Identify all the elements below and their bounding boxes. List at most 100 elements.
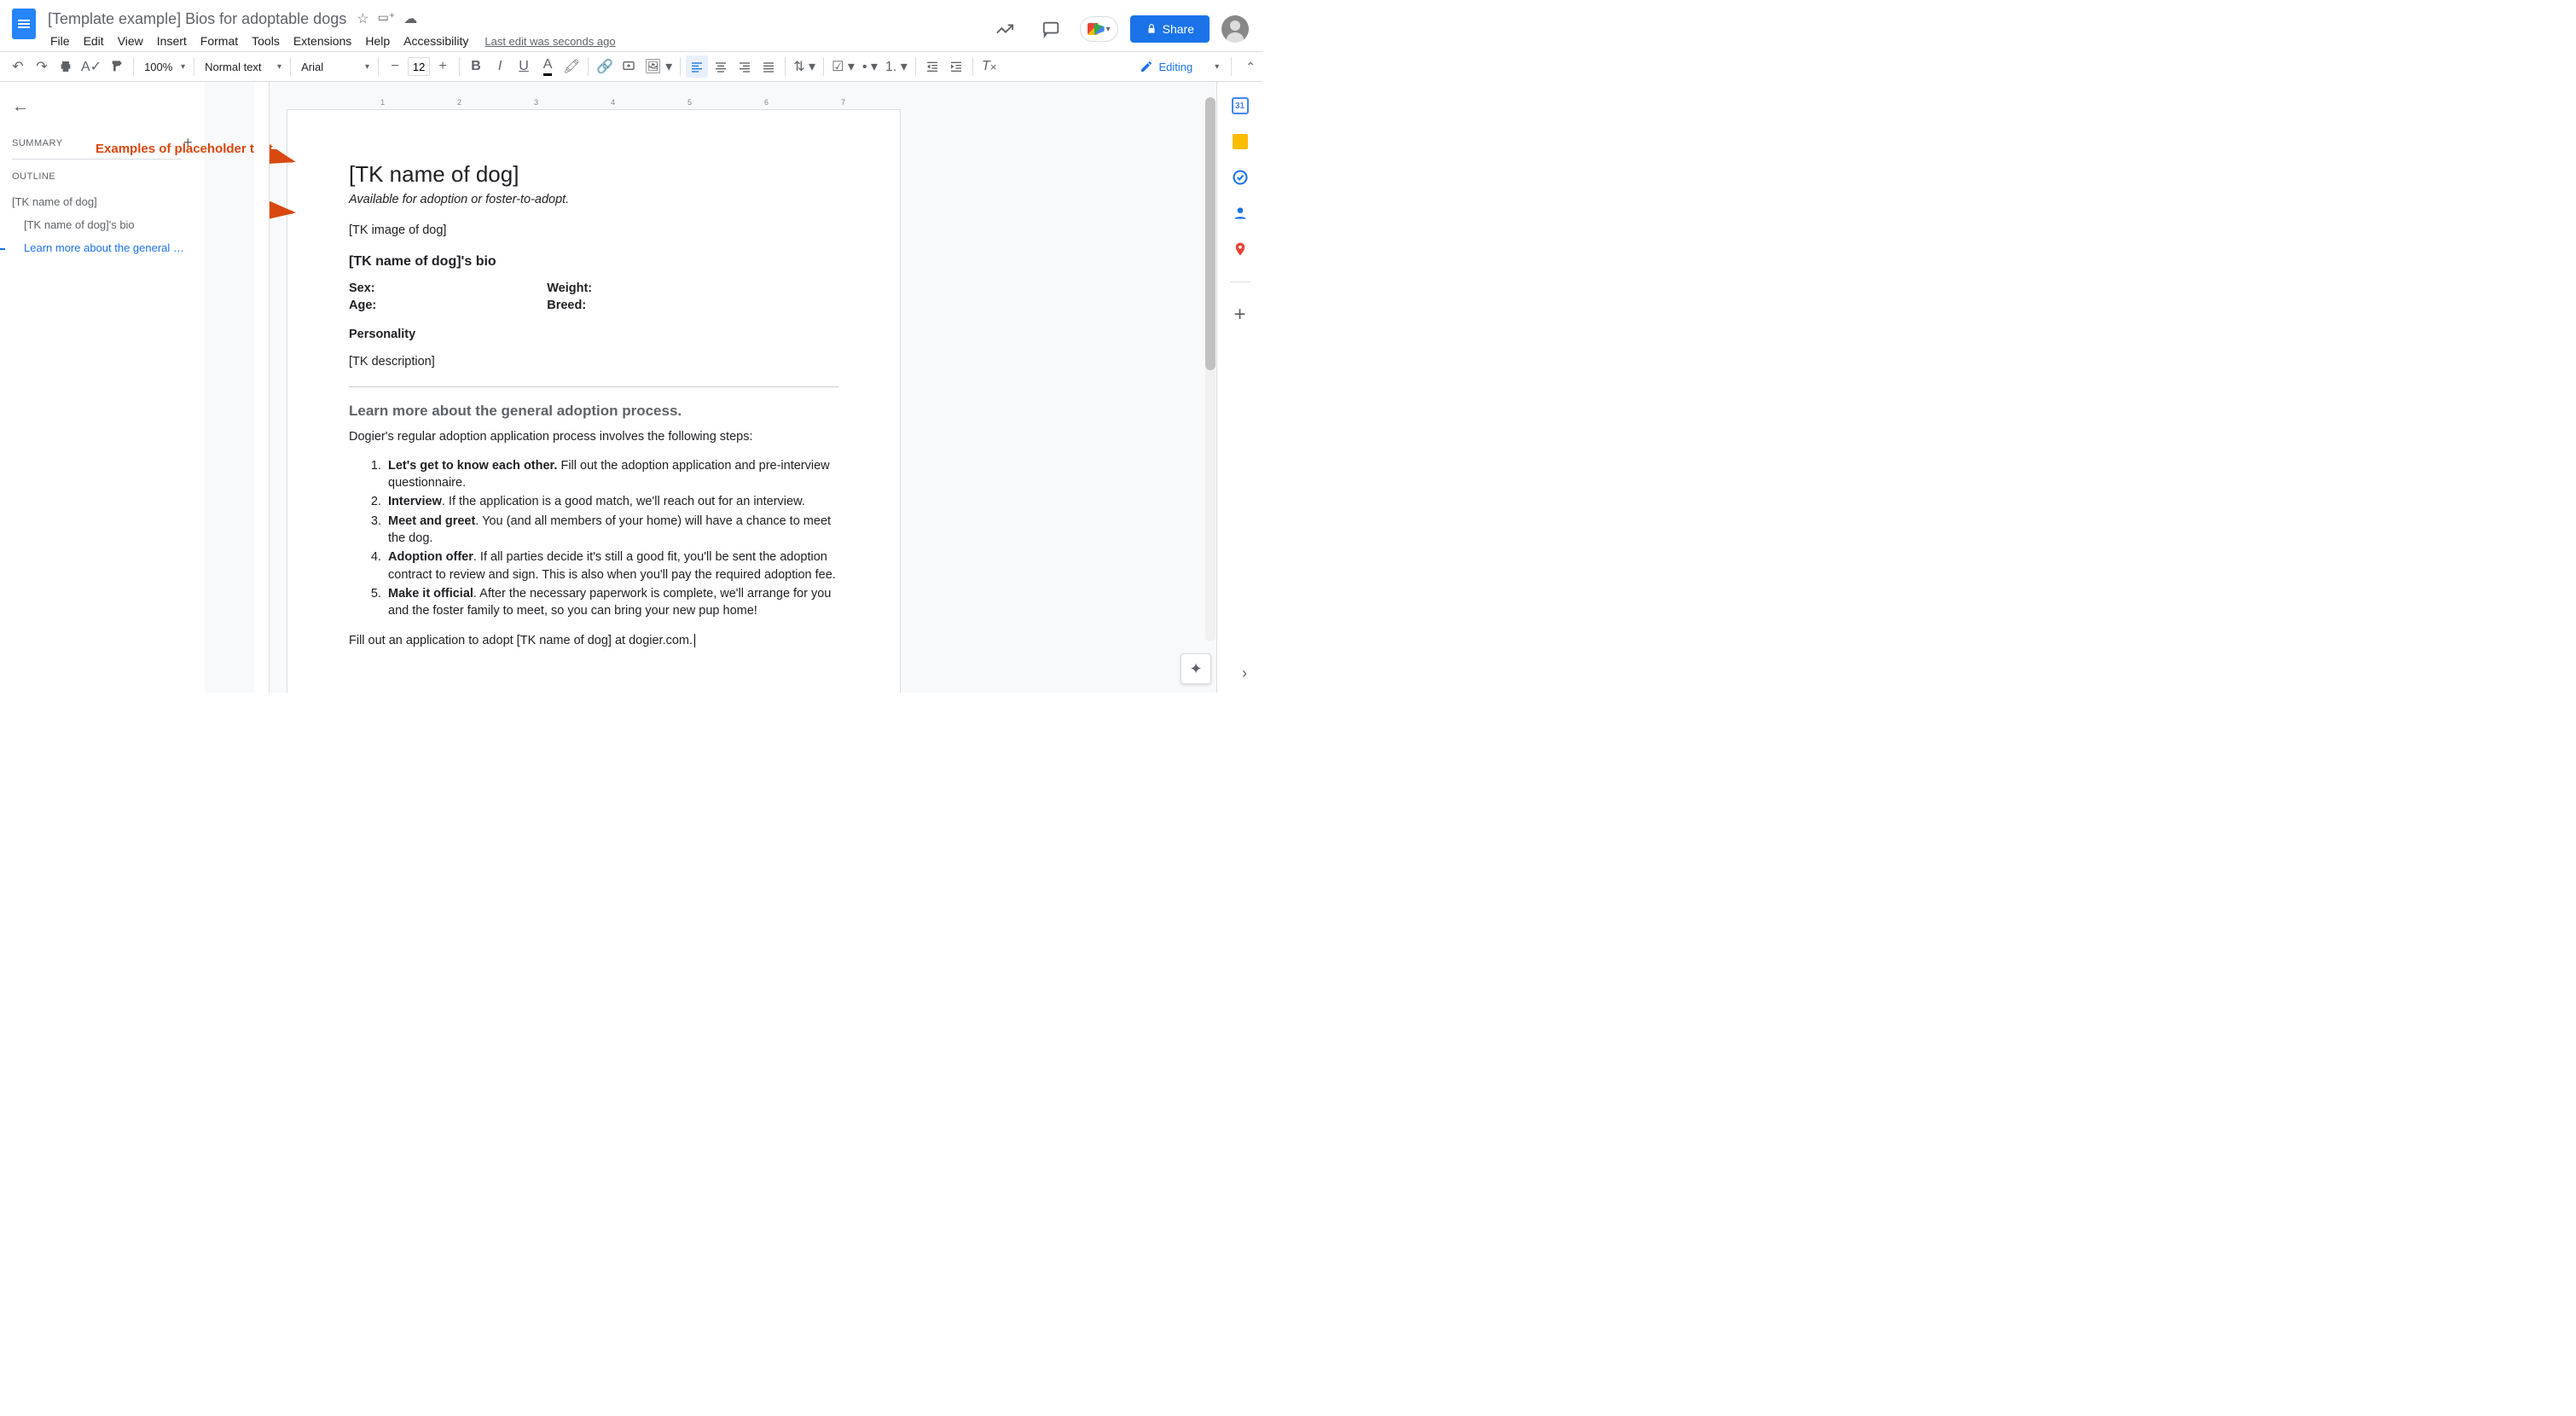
doc-heading-1[interactable]: [TK name of dog]	[349, 161, 838, 188]
bullet-list-button[interactable]: • ▾	[859, 55, 881, 78]
spellcheck-button[interactable]: A✓	[78, 55, 104, 78]
activity-icon[interactable]	[988, 12, 1022, 46]
line-spacing-button[interactable]: ⇅ ▾	[791, 55, 818, 78]
maps-addon[interactable]	[1230, 239, 1250, 259]
tasks-addon[interactable]	[1230, 167, 1250, 188]
cloud-status-icon[interactable]: ☁	[403, 10, 417, 27]
paint-format-button[interactable]	[106, 55, 128, 78]
chevron-down-icon: ▾	[1215, 62, 1219, 72]
menu-insert[interactable]: Insert	[151, 32, 193, 49]
outline-panel: ← SUMMARY + OUTLINE [TK name of dog][TK …	[0, 82, 205, 693]
doc-heading-process[interactable]: Learn more about the general adoption pr…	[349, 403, 838, 420]
align-center-button[interactable]	[710, 55, 732, 78]
zoom-select[interactable]: 100%	[139, 57, 189, 77]
docs-logo[interactable]	[7, 7, 41, 41]
style-select[interactable]: Normal text	[200, 57, 285, 77]
menu-file[interactable]: File	[44, 32, 76, 49]
process-intro[interactable]: Dogier's regular adoption application pr…	[349, 428, 838, 445]
redo-button[interactable]: ↷	[31, 55, 53, 78]
outline-item[interactable]: [TK name of dog]'s bio	[12, 213, 193, 236]
document-title[interactable]: [Template example] Bios for adoptable do…	[44, 9, 350, 30]
outline-label: OUTLINE	[12, 171, 55, 182]
undo-button[interactable]: ↶	[7, 55, 29, 78]
font-select[interactable]: Arial	[296, 57, 373, 77]
calendar-addon[interactable]: 31	[1230, 96, 1250, 116]
italic-button[interactable]: I	[489, 55, 511, 78]
doc-subtitle[interactable]: Available for adoption or foster-to-adop…	[349, 193, 838, 206]
outline-item[interactable]: Learn more about the general …	[12, 236, 193, 259]
align-justify-button[interactable]	[757, 55, 780, 78]
comments-icon[interactable]	[1034, 12, 1068, 46]
editing-mode-label: Editing	[1158, 61, 1192, 73]
meet-button[interactable]: ▾	[1080, 16, 1118, 42]
description-placeholder[interactable]: [TK description]	[349, 353, 838, 370]
text-cursor	[694, 634, 695, 647]
keep-addon[interactable]	[1230, 131, 1250, 152]
insert-link-button[interactable]: 🔗	[594, 55, 616, 78]
collapse-toolbar-button[interactable]: ⌃	[1245, 60, 1256, 74]
header: [Template example] Bios for adoptable do…	[0, 0, 1262, 51]
lock-icon	[1146, 23, 1157, 35]
doc-image-placeholder[interactable]: [TK image of dog]	[349, 222, 838, 239]
indent-increase-button[interactable]	[945, 55, 967, 78]
menu-bar: FileEditViewInsertFormatToolsExtensionsH…	[44, 31, 988, 51]
menu-accessibility[interactable]: Accessibility	[397, 32, 474, 49]
meet-icon	[1088, 20, 1105, 38]
field-age[interactable]: Age:	[349, 299, 376, 312]
scrollbar[interactable]	[1205, 97, 1215, 641]
star-icon[interactable]: ☆	[357, 10, 368, 27]
menu-extensions[interactable]: Extensions	[287, 32, 357, 49]
menu-view[interactable]: View	[112, 32, 149, 49]
text-color-button[interactable]: A	[537, 55, 559, 78]
menu-tools[interactable]: Tools	[246, 32, 286, 49]
process-step[interactable]: Interview. If the application is a good …	[385, 493, 838, 510]
process-step[interactable]: Meet and greet. You (and all members of …	[385, 513, 838, 548]
contacts-addon[interactable]	[1230, 203, 1250, 223]
page[interactable]: [TK name of dog] Available for adoption …	[287, 109, 901, 693]
clear-formatting-button[interactable]: T×	[978, 55, 1001, 78]
indent-decrease-button[interactable]	[921, 55, 943, 78]
field-weight[interactable]: Weight:	[547, 281, 592, 295]
process-step[interactable]: Adoption offer. If all parties decide it…	[385, 548, 838, 583]
editing-mode-select[interactable]: Editing ▾	[1133, 56, 1226, 77]
document-area[interactable]: 1234567 [TK name of dog] Available for a…	[270, 82, 1216, 693]
underline-button[interactable]: U	[513, 55, 535, 78]
move-icon[interactable]: ▭⁺	[378, 10, 396, 27]
get-addons-button[interactable]: +	[1230, 305, 1250, 325]
explore-button[interactable]: ✦	[1181, 653, 1211, 684]
horizontal-ruler[interactable]: 1234567	[287, 96, 1213, 109]
font-size-input[interactable]	[408, 57, 430, 76]
share-button[interactable]: Share	[1130, 15, 1210, 43]
doc-cta[interactable]: Fill out an application to adopt [TK nam…	[349, 632, 838, 649]
menu-help[interactable]: Help	[359, 32, 396, 49]
align-right-button[interactable]	[734, 55, 756, 78]
menu-format[interactable]: Format	[194, 32, 244, 49]
insert-image-button[interactable]: 🖼 ▾	[641, 55, 675, 78]
checklist-button[interactable]: ☑ ▾	[829, 55, 857, 78]
outline-close-button[interactable]: ←	[12, 97, 29, 117]
print-button[interactable]	[55, 55, 77, 78]
field-sex[interactable]: Sex:	[349, 281, 376, 295]
scrollbar-thumb[interactable]	[1205, 97, 1215, 370]
process-step[interactable]: Let's get to know each other. Fill out t…	[385, 457, 838, 492]
insert-comment-button[interactable]	[618, 55, 640, 78]
last-edit-link[interactable]: Last edit was seconds ago	[484, 35, 615, 48]
outline-item[interactable]: [TK name of dog]	[12, 190, 193, 213]
bold-button[interactable]: B	[465, 55, 487, 78]
menu-edit[interactable]: Edit	[78, 32, 110, 49]
font-size-increase[interactable]: +	[432, 55, 454, 78]
highlight-button[interactable]: 🖍	[560, 55, 583, 78]
annotation-arrow-2	[270, 187, 299, 229]
doc-heading-bio[interactable]: [TK name of dog]'s bio	[349, 254, 838, 270]
process-steps[interactable]: Let's get to know each other. Fill out t…	[385, 457, 838, 620]
doc-fields[interactable]: Sex: Age: Weight: Breed:	[349, 281, 838, 312]
align-left-button[interactable]	[686, 55, 708, 78]
field-breed[interactable]: Breed:	[547, 299, 592, 312]
account-avatar[interactable]	[1221, 15, 1249, 43]
process-step[interactable]: Make it official. After the necessary pa…	[385, 585, 838, 620]
docs-icon	[12, 9, 36, 39]
font-size-decrease[interactable]: −	[384, 55, 406, 78]
personality-label[interactable]: Personality	[349, 328, 838, 341]
numbered-list-button[interactable]: 1. ▾	[883, 55, 910, 78]
hide-side-panel-button[interactable]: ›	[1242, 664, 1247, 682]
